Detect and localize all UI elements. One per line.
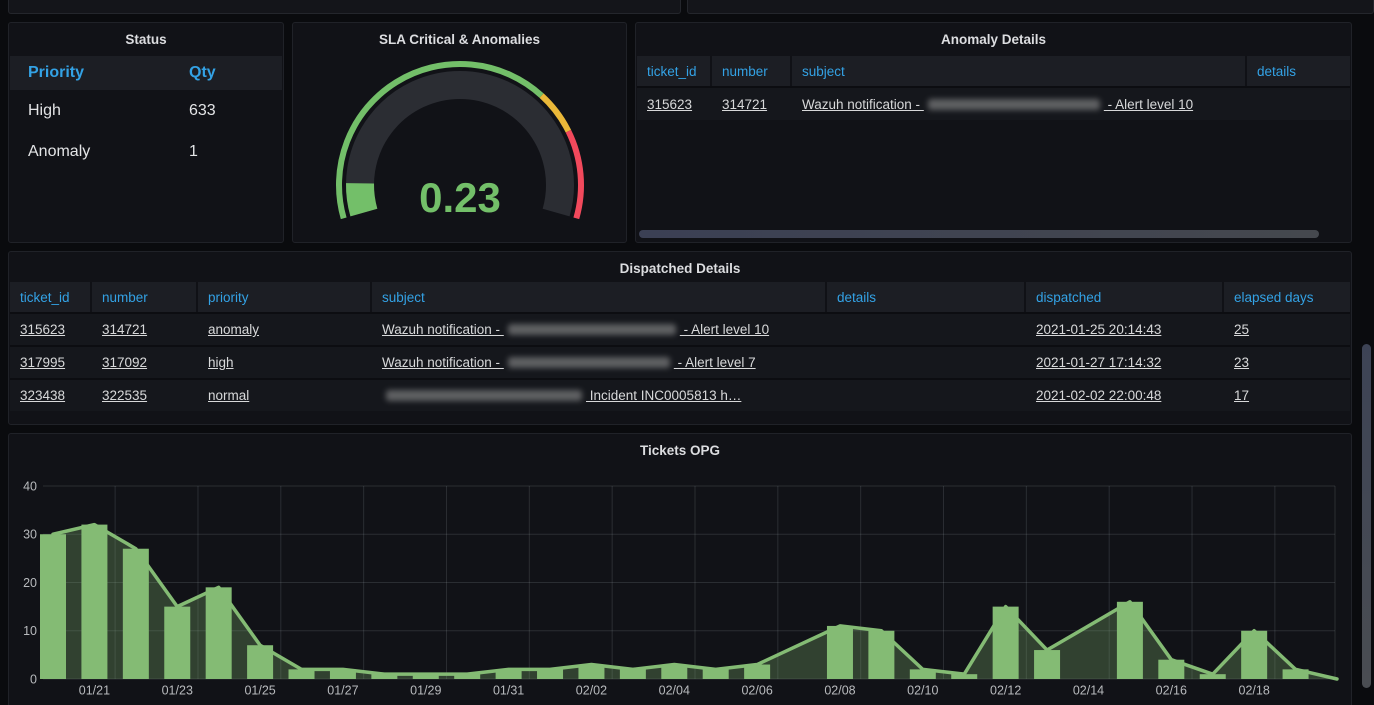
dispatched-link[interactable]: 2021-01-25 20:14:43 bbox=[1036, 322, 1161, 337]
status-col-priority[interactable]: Priority bbox=[10, 56, 179, 90]
status-panel-title: Status bbox=[9, 23, 283, 47]
dispatched-details-panel: Dispatched Details ticket_id number prio… bbox=[8, 251, 1352, 425]
dispatched-link[interactable]: 2021-02-02 22:00:48 bbox=[1036, 388, 1161, 403]
dispatched-link[interactable]: 2021-01-27 17:14:32 bbox=[1036, 355, 1161, 370]
tickets-opg-title: Tickets OPG bbox=[9, 434, 1351, 458]
subject-link[interactable]: Wazuh notification - - Alert level 10 bbox=[382, 322, 769, 337]
redacted-text bbox=[508, 324, 676, 335]
elapsed-days-link[interactable]: 17 bbox=[1234, 388, 1249, 403]
priority-link[interactable]: normal bbox=[208, 388, 249, 403]
anomaly-details-title: Anomaly Details bbox=[636, 23, 1351, 47]
subject-link[interactable]: Wazuh notification - - Alert level 7 bbox=[382, 355, 756, 370]
ticket-id-link[interactable]: 315623 bbox=[647, 97, 692, 112]
dispatched-col-ticket-id[interactable]: ticket_id bbox=[10, 282, 92, 312]
anomaly-horizontal-scrollbar[interactable] bbox=[639, 230, 1319, 238]
x-axis-label: 02/16 bbox=[1156, 683, 1187, 697]
dispatched-col-subject[interactable]: subject bbox=[372, 282, 827, 312]
details-cell bbox=[1247, 88, 1350, 120]
x-axis-label: 01/23 bbox=[162, 683, 193, 697]
x-axis-label: 02/02 bbox=[576, 683, 607, 697]
y-axis-label: 10 bbox=[23, 624, 37, 638]
bar[interactable] bbox=[123, 549, 149, 679]
details-cell bbox=[827, 347, 1026, 378]
redacted-text bbox=[386, 390, 582, 401]
anomaly-table-row: 315623 314721 Wazuh notification - - Ale… bbox=[637, 86, 1350, 120]
status-row-high: High 633 bbox=[10, 90, 282, 131]
anomaly-details-panel: Anomaly Details ticket_id number subject… bbox=[635, 22, 1352, 243]
x-axis-label: 01/21 bbox=[79, 683, 110, 697]
bar[interactable] bbox=[1034, 650, 1060, 679]
tickets-opg-chart: 0 10 20 30 40 01/21 01/23 01/25 01/27 01/29 01/31 0… bbox=[13, 461, 1347, 699]
x-axis-label: 02/14 bbox=[1073, 683, 1104, 697]
x-axis-label: 01/31 bbox=[493, 683, 524, 697]
elapsed-days-link[interactable]: 25 bbox=[1234, 322, 1249, 337]
status-col-qty[interactable]: Qty bbox=[179, 56, 282, 90]
redacted-text bbox=[508, 357, 670, 368]
number-link[interactable]: 322535 bbox=[102, 388, 147, 403]
redacted-text bbox=[928, 99, 1100, 110]
x-axis-label: 02/08 bbox=[824, 683, 855, 697]
dispatched-col-elapsed[interactable]: elapsed days bbox=[1224, 282, 1350, 312]
dashboard: Status Priority Qty High 633 Anomaly 1 S… bbox=[0, 0, 1374, 705]
gauge-value: 0.23 bbox=[419, 174, 501, 221]
dispatched-col-dispatched[interactable]: dispatched bbox=[1026, 282, 1224, 312]
details-cell bbox=[827, 380, 1026, 411]
status-row-anomaly: Anomaly 1 bbox=[10, 131, 282, 172]
y-axis-label: 0 bbox=[30, 672, 37, 686]
priority-link[interactable]: anomaly bbox=[208, 322, 259, 337]
sla-gauge: 0.23 bbox=[300, 51, 619, 237]
priority-link[interactable]: high bbox=[208, 355, 234, 370]
status-panel: Status Priority Qty High 633 Anomaly 1 bbox=[8, 22, 284, 243]
bar[interactable] bbox=[81, 525, 107, 679]
anomaly-col-number[interactable]: number bbox=[712, 56, 792, 86]
partial-panel-right bbox=[687, 0, 1374, 14]
subject-link[interactable]: Incident INC0005813 h… bbox=[382, 388, 741, 403]
sla-gauge-panel: SLA Critical & Anomalies 0.23 bbox=[292, 22, 627, 243]
x-axis-label: 02/12 bbox=[990, 683, 1021, 697]
details-cell bbox=[827, 314, 1026, 345]
y-axis-label: 20 bbox=[23, 576, 37, 590]
elapsed-days-link[interactable]: 23 bbox=[1234, 355, 1249, 370]
x-axis-label: 01/29 bbox=[410, 683, 441, 697]
x-axis-label: 01/25 bbox=[244, 683, 275, 697]
bar[interactable] bbox=[164, 607, 190, 679]
x-axis-label: 01/27 bbox=[327, 683, 358, 697]
dispatched-col-details[interactable]: details bbox=[827, 282, 1026, 312]
x-axis-label: 02/18 bbox=[1239, 683, 1270, 697]
number-link[interactable]: 314721 bbox=[102, 322, 147, 337]
number-link[interactable]: 317092 bbox=[102, 355, 147, 370]
page-vertical-scrollbar[interactable] bbox=[1362, 344, 1371, 688]
dispatched-table-row: 317995 317092 high Wazuh notification - - A… bbox=[10, 345, 1350, 378]
ticket-id-link[interactable]: 317995 bbox=[20, 355, 65, 370]
dispatched-col-priority[interactable]: priority bbox=[198, 282, 372, 312]
bar[interactable] bbox=[827, 626, 853, 679]
ticket-id-link[interactable]: 315623 bbox=[20, 322, 65, 337]
partial-panel-left bbox=[8, 0, 681, 14]
dispatched-details-title: Dispatched Details bbox=[9, 252, 1351, 276]
anomaly-col-ticket-id[interactable]: ticket_id bbox=[637, 56, 712, 86]
dispatched-table-row: 323438 322535 normal Incident INC0005813 h… bbox=[10, 378, 1350, 411]
x-axis-label: 02/04 bbox=[659, 683, 690, 697]
bar[interactable] bbox=[40, 534, 66, 679]
ticket-id-link[interactable]: 323438 bbox=[20, 388, 65, 403]
sla-gauge-title: SLA Critical & Anomalies bbox=[293, 23, 626, 47]
dispatched-col-number[interactable]: number bbox=[92, 282, 198, 312]
number-link[interactable]: 314721 bbox=[722, 97, 767, 112]
dispatched-table-row: 315623 314721 anomaly Wazuh notification - … bbox=[10, 312, 1350, 345]
x-axis-label: 02/06 bbox=[741, 683, 772, 697]
subject-link[interactable]: Wazuh notification - - Alert level 10 bbox=[802, 97, 1193, 112]
y-axis-label: 40 bbox=[23, 479, 37, 493]
y-axis-label: 30 bbox=[23, 528, 37, 542]
anomaly-col-details[interactable]: details bbox=[1247, 56, 1350, 86]
x-axis-label: 02/10 bbox=[907, 683, 938, 697]
tickets-opg-panel: Tickets OPG 0 10 20 30 40 01/21 01/23 01/25 01/2… bbox=[8, 433, 1352, 705]
anomaly-col-subject[interactable]: subject bbox=[792, 56, 1247, 86]
